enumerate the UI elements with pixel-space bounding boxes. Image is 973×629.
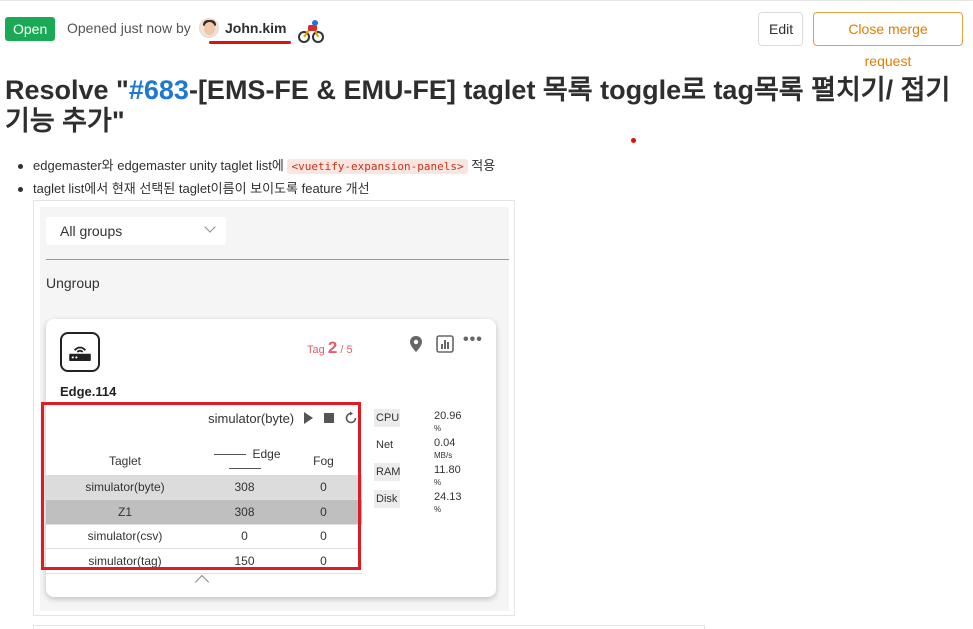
reload-icon	[345, 411, 357, 424]
edit-button[interactable]: Edit	[758, 12, 803, 46]
table-row: Z1 308 0	[46, 499, 362, 525]
top-border	[0, 0, 973, 1]
device-name: Edge.114	[60, 384, 117, 399]
bar-chart-icon	[436, 335, 454, 353]
page-title: Resolve "#683-[EMS-FE & EMU-FE] taglet 목…	[5, 75, 951, 136]
taglet-table: Taglet Edge Fog simulator(byte) 308 0 Z1	[46, 447, 362, 574]
divider	[46, 259, 509, 260]
author-avatar[interactable]	[199, 18, 219, 38]
device-card: Edge.114 Tag 2 / 5 ••• simulator(byte) T…	[46, 319, 496, 597]
opened-text: Opened just now by	[67, 20, 191, 36]
simulator-panel: simulator(byte) Taglet Edge Fog simulato…	[46, 403, 362, 574]
description-list: edgemaster와 edgemaster unity taglet list…	[15, 156, 495, 202]
annotation-dot	[631, 138, 636, 143]
cyclist-emoji-icon	[298, 20, 324, 43]
location-pin-icon	[410, 336, 422, 352]
annotation-underline	[209, 41, 291, 44]
author-link[interactable]: John.kim	[225, 20, 286, 36]
embedded-screenshot[interactable]: All groups Ungroup Edge.114 Tag 2 / 5 ••…	[33, 200, 515, 616]
stop-icon	[324, 413, 335, 423]
next-attachment-edge	[33, 625, 705, 629]
router-icon	[60, 332, 100, 372]
group-heading: Ungroup	[46, 275, 100, 291]
groups-select: All groups	[46, 217, 226, 245]
column-header-taglet: Taglet	[108, 454, 142, 468]
inline-code: <vuetify-expansion-panels>	[287, 159, 468, 174]
column-header-fog: Fog	[313, 454, 334, 468]
play-icon	[303, 412, 313, 424]
chevron-up-icon	[194, 574, 210, 590]
more-options-icon: •••	[463, 331, 483, 348]
list-item: taglet list에서 현재 선택된 taglet이름이 보이도록 feat…	[15, 179, 495, 202]
tag-count: Tag 2 / 5	[307, 338, 353, 357]
list-item: edgemaster와 edgemaster unity taglet list…	[15, 156, 495, 179]
column-header-edge: Edge	[204, 447, 285, 475]
table-row: simulator(csv) 0 0	[46, 524, 362, 549]
table-row: simulator(tag) 150 0	[46, 548, 362, 574]
close-merge-request-button[interactable]: Close merge request	[813, 12, 963, 69]
issue-link[interactable]: #683	[129, 75, 189, 105]
status-badge: Open	[5, 17, 56, 41]
chevron-down-icon	[204, 221, 216, 233]
table-row: simulator(byte) 308 0	[46, 475, 362, 500]
simulator-header: simulator(byte)	[208, 411, 358, 426]
